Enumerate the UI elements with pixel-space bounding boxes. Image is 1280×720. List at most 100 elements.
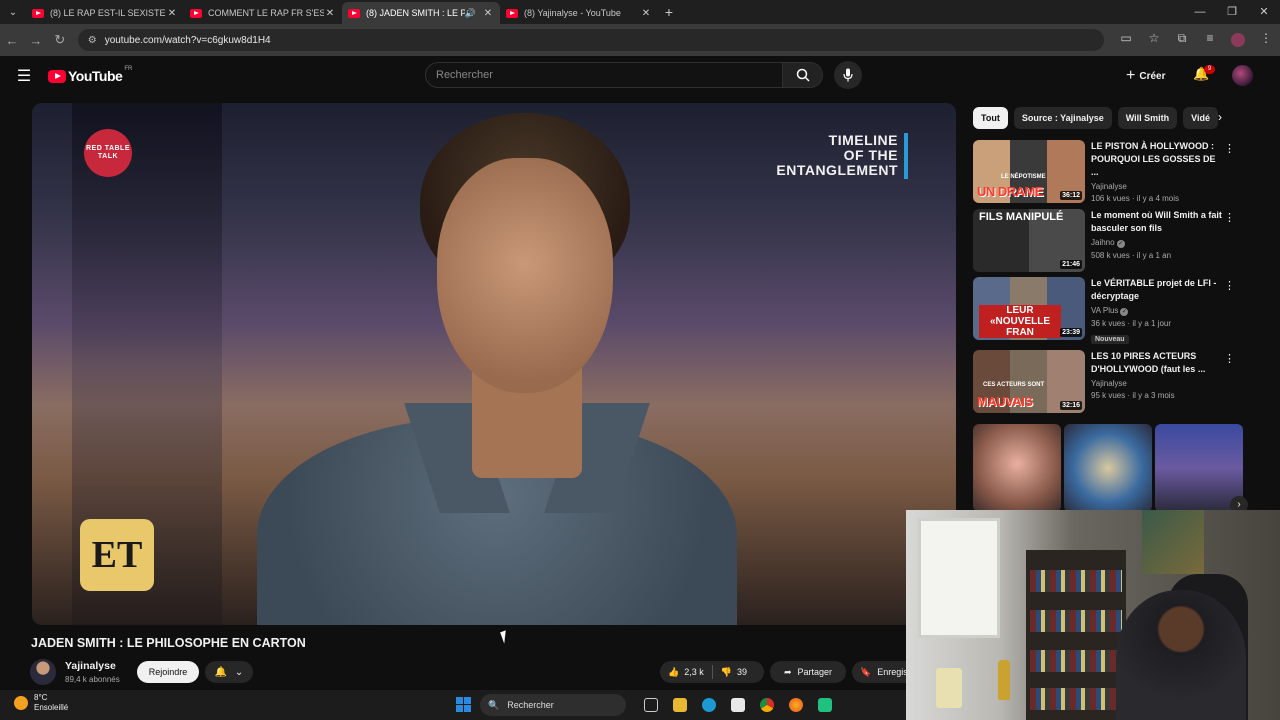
account-avatar[interactable]	[1232, 65, 1253, 86]
firefox-icon[interactable]	[781, 695, 810, 715]
app-icon[interactable]	[810, 695, 839, 715]
thumbnail-text: FILS MANIPULÉ	[979, 211, 1064, 223]
hamburger-menu-icon[interactable]: ☰	[0, 66, 48, 86]
browser-tab[interactable]: (8) Yajinalyse - YouTube ✕	[500, 2, 658, 24]
weather-widget[interactable]: 8°C Ensoleillé	[14, 693, 68, 713]
browser-tab[interactable]: COMMENT LE RAP FR S'EST DÉ ✕	[184, 2, 342, 24]
tab-close-icon[interactable]: ✕	[482, 8, 494, 19]
tab-close-icon[interactable]: ✕	[166, 8, 178, 19]
search-input[interactable]: Rechercher	[425, 62, 783, 88]
tab-close-icon[interactable]: ✕	[640, 8, 652, 19]
share-button[interactable]: ➦ Partager	[770, 661, 846, 683]
address-bar[interactable]: ⚙ youtube.com/watch?v=c6gkuw8d1H4	[77, 29, 1104, 51]
recommendation-title: LE PISTON À HOLLYWOOD : POURQUOI LES GOS…	[1091, 141, 1216, 177]
tab-audio-icon[interactable]: 🔊	[465, 8, 476, 19]
temperature: 8°C	[34, 693, 48, 702]
shelf-row	[1030, 650, 1122, 672]
site-info-icon[interactable]: ⚙	[88, 35, 97, 46]
extensions-icon[interactable]: ⧉	[1168, 31, 1196, 50]
channel-label: VA Plus	[1091, 306, 1119, 315]
video-player[interactable]: RED TABLE TALK TIMELINE OF THE ENTANGLEM…	[32, 103, 956, 625]
more-options-icon[interactable]: ⋮	[1224, 211, 1235, 224]
profile-avatar[interactable]	[1224, 31, 1252, 50]
sun-icon	[14, 696, 28, 710]
youtube-favicon-icon	[190, 8, 202, 18]
channel-name[interactable]: Yajinalyse	[65, 660, 116, 672]
thumbs-up-icon: 👍	[668, 666, 680, 677]
close-window-icon[interactable]: ✕	[1248, 0, 1280, 24]
recommendation-item[interactable]: FILS MANIPULÉ 21:46 Le moment où Will Sm…	[973, 209, 1235, 273]
video-thumbnail[interactable]: CES ACTEURS SONT MAUVAIS 32:16	[973, 350, 1085, 413]
browser-tab[interactable]: (8) LE RAP EST-IL SEXISTE ? (4 P ✕	[26, 2, 184, 24]
taskbar-search[interactable]: 🔍 Rechercher	[480, 694, 626, 716]
short-thumbnail[interactable]	[973, 424, 1061, 512]
store-icon[interactable]	[723, 695, 752, 715]
more-options-icon[interactable]: ⋮	[1224, 352, 1235, 365]
bookmark-star-icon[interactable]: ☆	[1140, 31, 1168, 50]
dislike-button[interactable]: 👎 39	[713, 661, 755, 683]
back-icon[interactable]: ←	[0, 33, 24, 48]
recommendation-item[interactable]: LE NÉPOTISME UN DRAME 36:12 LE PISTON À …	[973, 140, 1235, 204]
weather-condition: Ensoleillé	[34, 703, 69, 712]
recommendation-stats: 95 k vues · il y a 3 mois	[1091, 391, 1175, 400]
join-button[interactable]: Rejoindre	[137, 661, 199, 683]
short-thumbnail[interactable]	[1155, 424, 1243, 512]
thumbnail-text: LEUR «NOUVELLE FRAN	[979, 305, 1061, 338]
video-duration: 21:46	[1060, 260, 1082, 269]
forward-icon[interactable]: →	[24, 33, 48, 48]
country-code: FR	[124, 66, 133, 72]
tab-groups-icon[interactable]: ≡	[1196, 31, 1224, 50]
task-view-icon[interactable]	[636, 695, 665, 715]
chip-source[interactable]: Source : Yajinalyse	[1013, 107, 1112, 129]
chip-will-smith[interactable]: Will Smith	[1117, 107, 1178, 129]
tab-search-menu-icon[interactable]: ⌄	[0, 0, 26, 24]
short-thumbnail[interactable]	[1064, 424, 1152, 512]
tab-title: (8) LE RAP EST-IL SEXISTE ? (4 P	[50, 8, 166, 18]
save-button[interactable]: 🔖 Enregis	[852, 661, 912, 683]
webcam-cup	[936, 668, 962, 708]
chip-all[interactable]: Tout	[973, 107, 1008, 129]
webcam-bottle	[998, 660, 1010, 700]
recommendation-item[interactable]: CES ACTEURS SONT MAUVAIS 32:16 LES 10 PI…	[973, 350, 1235, 414]
more-options-icon[interactable]: ⋮	[1224, 142, 1235, 155]
video-thumbnail[interactable]: LEUR «NOUVELLE FRAN 23:39	[973, 277, 1085, 340]
browser-tab-active[interactable]: (8) JADEN SMITH : LE PHILO 🔊 ✕	[342, 2, 500, 24]
microphone-icon	[843, 68, 853, 82]
webcam-window	[918, 518, 1000, 638]
like-dislike-group: 👍 2,3 k 👎 39	[660, 661, 764, 683]
more-options-icon[interactable]: ⋮	[1224, 279, 1235, 292]
channel-avatar[interactable]	[30, 659, 56, 685]
video-thumbnail[interactable]: LE NÉPOTISME UN DRAME 36:12	[973, 140, 1085, 203]
subscription-notifications-button[interactable]: 🔔 ⌄	[205, 661, 253, 683]
new-tab-icon[interactable]: +	[658, 4, 680, 20]
recommendation-channel: Jaihno ✓	[1091, 238, 1225, 248]
streamer-webcam	[906, 510, 1280, 720]
edge-icon[interactable]	[694, 695, 723, 715]
recommendation-item[interactable]: LEUR «NOUVELLE FRAN 23:39 Le VÉRITABLE p…	[973, 277, 1235, 347]
share-arrow-icon: ➦	[783, 666, 792, 677]
video-overlay-title: TIMELINE OF THE ENTANGLEMENT	[776, 133, 908, 179]
youtube-logo[interactable]: YouTube FR	[48, 66, 133, 84]
voice-search-button[interactable]	[834, 61, 862, 89]
chevron-right-icon[interactable]: ›	[1218, 110, 1222, 124]
browser-menu-icon[interactable]: ⋮	[1252, 31, 1280, 50]
shelf-row	[1030, 610, 1122, 632]
tab-close-icon[interactable]: ✕	[324, 8, 336, 19]
youtube-favicon-icon	[348, 8, 360, 18]
recommendation-stats: 106 k vues · il y a 4 mois	[1091, 194, 1180, 203]
cast-icon[interactable]: ▭	[1112, 31, 1140, 50]
reload-icon[interactable]: ↻	[48, 32, 72, 48]
chip-videos[interactable]: Vidé	[1183, 107, 1218, 129]
file-explorer-icon[interactable]	[665, 695, 694, 715]
create-button[interactable]: + Créer	[1126, 64, 1165, 88]
save-label: Enregis	[877, 667, 908, 677]
overlay-line: ENTANGLEMENT	[776, 162, 898, 178]
chrome-icon[interactable]	[752, 695, 781, 715]
search-button[interactable]	[783, 62, 823, 88]
windows-start-icon[interactable]	[456, 697, 471, 712]
maximize-icon[interactable]: ❐	[1216, 0, 1248, 24]
minimize-icon[interactable]: —	[1184, 0, 1216, 24]
video-thumbnail[interactable]: FILS MANIPULÉ 21:46	[973, 209, 1085, 272]
like-button[interactable]: 👍 2,3 k	[660, 661, 712, 683]
youtube-favicon-icon	[506, 8, 518, 18]
